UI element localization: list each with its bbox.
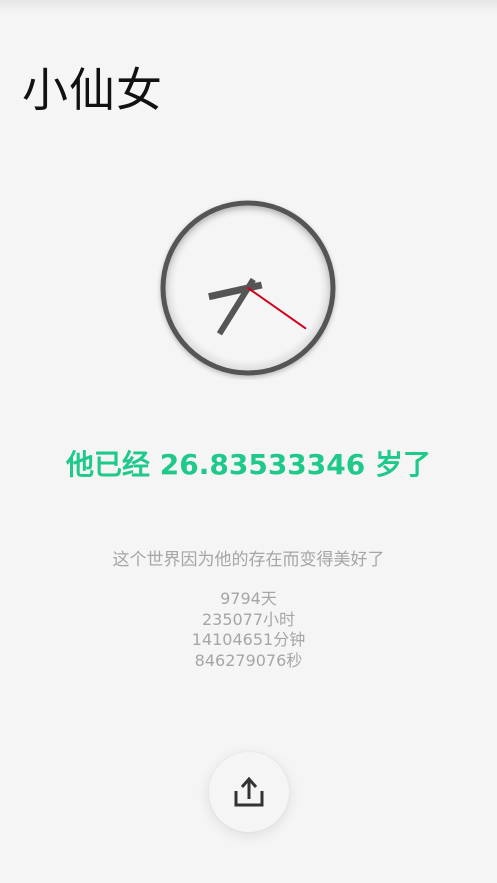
share-button[interactable] — [209, 752, 289, 832]
stat-value: 846279076 — [194, 650, 287, 670]
stat-unit: 分钟 — [273, 630, 306, 649]
stat-unit: 小时 — [263, 609, 296, 629]
age-display: 他已经 26.83533346 岁了 — [0, 444, 497, 486]
status-bar-shadow — [0, 0, 497, 14]
stat-hours: 235077小时 — [0, 610, 497, 631]
stat-unit: 秒 — [286, 650, 303, 670]
stat-unit: 天 — [260, 589, 277, 608]
share-icon — [234, 776, 264, 807]
stat-value: 9794 — [220, 589, 261, 608]
stat-seconds: 846279076秒 — [0, 651, 497, 672]
age-prefix: 他已经 — [66, 448, 151, 481]
page-title: 小仙女 — [22, 63, 163, 117]
analog-clock — [156, 196, 340, 380]
stats-list: 9794天 235077小时 14104651分钟 846279076秒 — [0, 589, 497, 671]
stat-minutes: 14104651分钟 — [0, 630, 497, 651]
age-value: 26.83533346 — [159, 448, 366, 481]
age-suffix: 岁了 — [374, 448, 431, 481]
stat-days: 9794天 — [0, 589, 497, 610]
app-screen: 小仙女 他已经 26.83533346 岁了 这个世界因为他的存在而变得美好了 … — [0, 0, 497, 883]
stat-value: 235077 — [201, 609, 264, 629]
tagline: 这个世界因为他的存在而变得美好了 — [112, 550, 385, 570]
stat-value: 14104651 — [191, 630, 274, 649]
